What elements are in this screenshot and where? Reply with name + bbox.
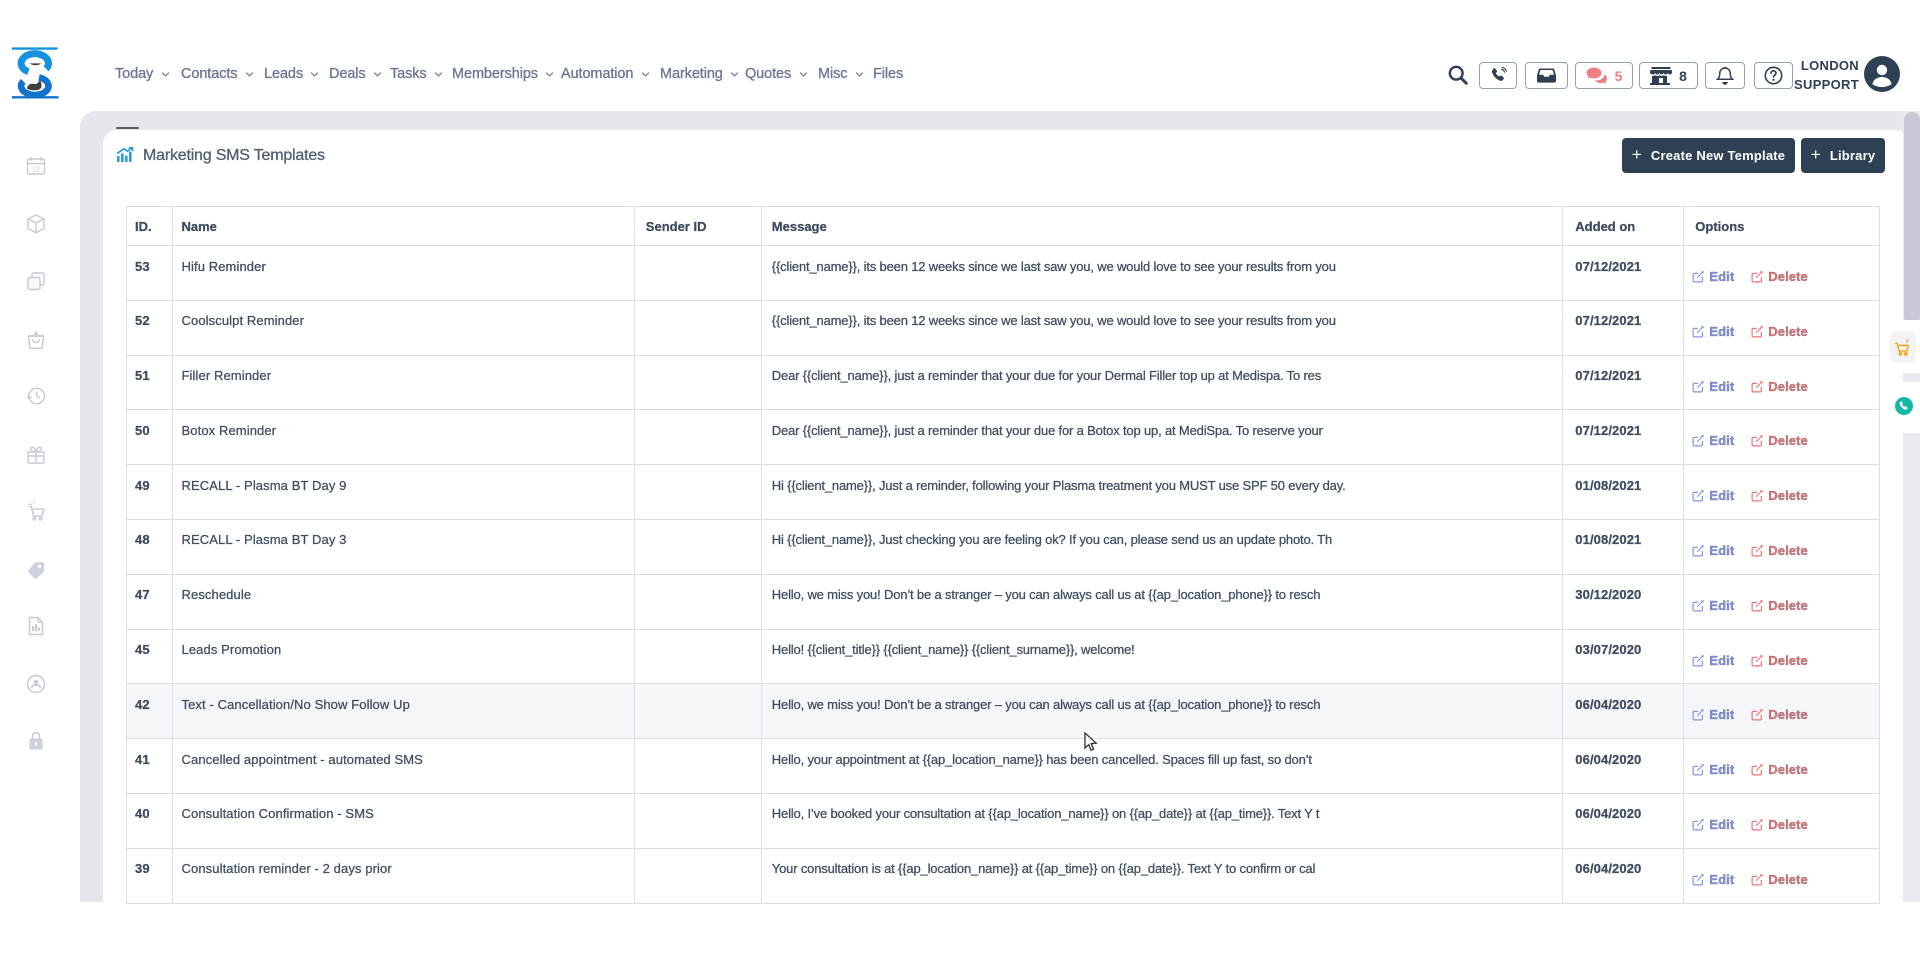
svg-text:12: 12 <box>32 165 40 174</box>
